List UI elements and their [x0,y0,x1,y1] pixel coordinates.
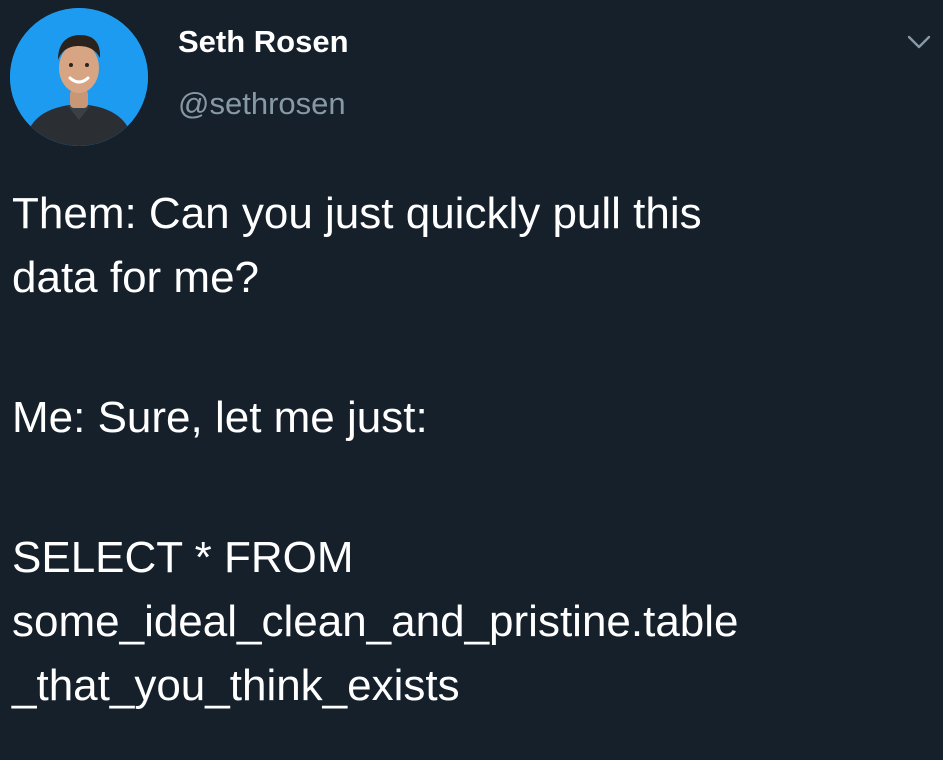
tweet-text: Them: Can you just quickly pull this dat… [12,182,932,718]
tweet-card: Seth Rosen @sethrosen Them: Can you just… [0,0,943,760]
author-display-name[interactable]: Seth Rosen [178,24,349,60]
tweet-text-line: some_ideal_clean_and_pristine.table [12,597,739,646]
author-handle[interactable]: @sethrosen [178,86,346,122]
avatar[interactable] [10,8,148,146]
chevron-down-icon[interactable] [906,32,932,52]
tweet-text-line: data for me? [12,253,260,302]
tweet-text-line: _that_you_think_exists [12,661,460,710]
tweet-text-line: SELECT * FROM [12,533,354,582]
tweet-text-line: Them: Can you just quickly pull this [12,189,702,238]
profile-photo-icon [10,8,148,146]
tweet-text-line: Me: Sure, let me just: [12,393,428,442]
